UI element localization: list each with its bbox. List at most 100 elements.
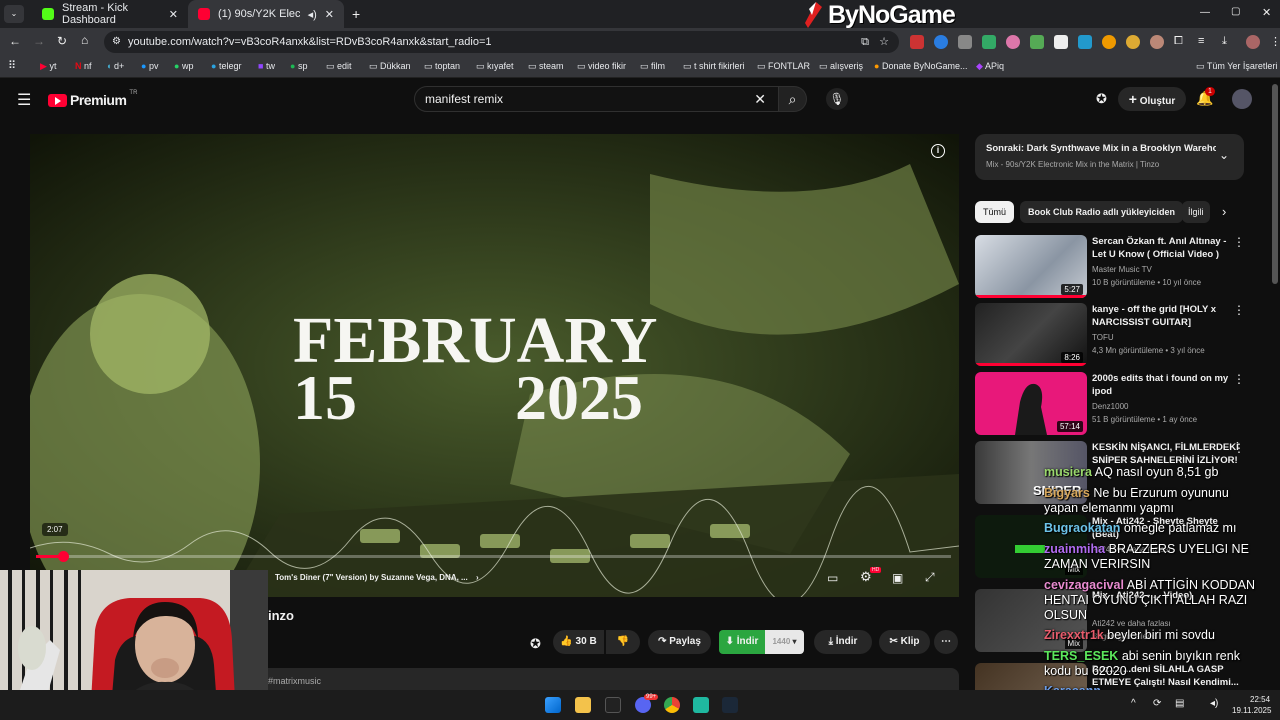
recommendation-card[interactable]: 57:14 2000s edits that i found on my ipo… xyxy=(975,372,1255,438)
bookmark-telegr[interactable]: ● telegr xyxy=(211,61,241,71)
recommendation-card[interactable]: 8:26 kanye - off the grid [HOLY x NARCIS… xyxy=(975,303,1255,369)
chrome-icon[interactable] xyxy=(664,697,680,713)
extension-icon[interactable] xyxy=(1030,35,1044,49)
cast-icon[interactable]: ⧉ xyxy=(861,31,869,53)
minimize-icon[interactable]: — xyxy=(1200,7,1210,18)
tab-youtube[interactable]: (1) 90s/Y2K Electronic Mix i ◂) ✕ xyxy=(188,0,344,28)
profile-avatar[interactable] xyxy=(1246,35,1260,49)
extension-icon[interactable] xyxy=(1006,35,1020,49)
youtube-logo[interactable]: Premium TR xyxy=(48,90,137,108)
bookmark-edit[interactable]: ▭ edit xyxy=(326,61,352,72)
more-vertical-icon[interactable]: ⋮ xyxy=(1233,372,1245,386)
theater-mode-icon[interactable]: ▣ xyxy=(892,571,903,585)
hashtag-link[interactable]: #matrixmusic xyxy=(268,676,321,686)
home-icon[interactable]: ⌂ xyxy=(81,33,88,47)
clip-button[interactable]: ✂ Klip xyxy=(879,630,930,654)
extension-download-button[interactable]: ⬇ İndir xyxy=(719,630,765,654)
bookmark-apiq[interactable]: ◆ APiq xyxy=(976,61,1004,72)
bookmark-film[interactable]: ▭ film xyxy=(640,61,665,72)
like-button[interactable]: 👍 30 B xyxy=(553,630,604,654)
extension-icon[interactable] xyxy=(1102,35,1116,49)
tab-kick[interactable]: Stream - Kick Dashboard ✕ xyxy=(32,0,188,28)
download-button[interactable]: ⤓ İndir xyxy=(814,630,872,654)
recommendation-card[interactable]: 5:27 Sercan Özkan ft. Anıl Altınay - Let… xyxy=(975,235,1255,301)
next-up-panel[interactable]: Sonraki: Dark Synthwave Mix in a Brookly… xyxy=(975,134,1244,180)
more-vertical-icon[interactable]: ⋮ xyxy=(1233,303,1245,317)
chapter-title[interactable]: Tom's Diner (7" Version) by Suzanne Vega… xyxy=(275,573,479,582)
bookmark-sp[interactable]: ● sp xyxy=(290,61,307,71)
sync-icon[interactable]: ⟳ xyxy=(1153,698,1161,709)
extension-icon[interactable] xyxy=(1054,35,1068,49)
clear-search-icon[interactable]: ✕ xyxy=(754,87,766,111)
extension-icon[interactable] xyxy=(1150,35,1164,49)
share-button[interactable]: ↷ Paylaş xyxy=(648,630,711,654)
bookmark-pv[interactable]: ● pv xyxy=(141,61,158,71)
progress-bar[interactable] xyxy=(36,555,951,558)
adblock-extension-icon[interactable] xyxy=(910,35,924,49)
more-actions-button[interactable]: ⋯ xyxy=(934,630,958,654)
close-icon[interactable]: ✕ xyxy=(169,8,178,21)
forward-icon[interactable]: → xyxy=(33,34,45,48)
app-icon[interactable] xyxy=(693,697,709,713)
bookmark-kiyafet[interactable]: ▭ kıyafet xyxy=(476,61,514,72)
back-icon[interactable]: ← xyxy=(9,34,21,48)
chevron-down-icon[interactable]: ⌄ xyxy=(1219,148,1229,162)
extension-icon[interactable] xyxy=(1126,35,1140,49)
dislike-button[interactable]: 👎 xyxy=(606,630,640,654)
bookmark-nf[interactable]: N nf xyxy=(75,61,92,71)
chip-related[interactable]: İlgili xyxy=(1182,201,1210,223)
extension-icon[interactable] xyxy=(982,35,996,49)
video-player[interactable]: FEBRUARY 15 2025 i 2:07 Tom's Diner (7" … xyxy=(30,134,959,597)
hamburger-menu-icon[interactable]: ☰ xyxy=(17,90,31,110)
bookmark-donate[interactable]: ● Donate ByNoGame... xyxy=(874,61,968,71)
bookmark-yt[interactable]: ▶ yt xyxy=(40,61,56,72)
bookmark-tw[interactable]: ■ tw xyxy=(258,61,275,71)
search-input[interactable]: manifest remix ✕ xyxy=(414,86,779,112)
clock-date[interactable]: 19.11.2025 xyxy=(1232,706,1271,715)
bookmark-dukkan[interactable]: ▭ Dükkan xyxy=(369,61,411,72)
premium-badge-icon[interactable]: ✪ xyxy=(1096,91,1107,107)
site-info-icon[interactable]: ⚙ xyxy=(112,31,121,53)
bookmark-fontlar[interactable]: ▭ FONTLAR xyxy=(757,61,810,72)
account-avatar[interactable] xyxy=(1232,89,1252,109)
maximize-icon[interactable]: ▢ xyxy=(1231,6,1240,17)
more-vertical-icon[interactable]: ⋮ xyxy=(1233,441,1245,455)
chevron-right-icon[interactable]: › xyxy=(1222,204,1226,219)
search-button[interactable]: ⌕ xyxy=(779,86,807,112)
window-close-icon[interactable]: ✕ xyxy=(1262,6,1271,19)
url-field[interactable]: ⚙ youtube.com/watch?v=vB3coR4anxk&list=R… xyxy=(104,31,899,53)
extension-icon[interactable] xyxy=(1078,35,1092,49)
create-button[interactable]: + Oluştur xyxy=(1118,87,1186,111)
quality-select[interactable]: 1440 ▾ xyxy=(765,630,804,654)
star-icon[interactable]: ☆ xyxy=(879,31,889,53)
clock-time[interactable]: 22:54 xyxy=(1250,695,1270,704)
notifications-button[interactable]: 🔔 1 xyxy=(1196,87,1215,107)
reload-icon[interactable]: ↻ xyxy=(57,34,67,48)
audio-icon[interactable]: ◂) xyxy=(308,8,317,21)
fullscreen-icon[interactable]: ⤢ xyxy=(925,570,935,585)
bookmark-video-fikir[interactable]: ▭ video fikir xyxy=(577,61,626,72)
terminal-icon[interactable] xyxy=(605,697,621,713)
page-scrollbar[interactable] xyxy=(1272,84,1278,284)
subtitles-icon[interactable]: ▭ xyxy=(827,571,838,585)
file-explorer-icon[interactable] xyxy=(575,697,591,713)
bookmark-wp[interactable]: ● wp xyxy=(174,61,193,71)
new-tab-button[interactable]: + xyxy=(352,6,360,22)
windows-start-icon[interactable] xyxy=(545,697,561,713)
extension-icon[interactable] xyxy=(958,35,972,49)
apps-grid-icon[interactable]: ⠿ xyxy=(8,59,16,72)
media-icon[interactable]: ≡ xyxy=(1198,35,1212,49)
bookmark-alisveris[interactable]: ▭ alışveriş xyxy=(819,61,863,72)
info-icon[interactable]: i xyxy=(931,144,945,158)
more-vertical-icon[interactable]: ⋮ xyxy=(1233,235,1245,249)
extensions-puzzle-icon[interactable]: ⧠ xyxy=(1174,35,1188,49)
volume-icon[interactable]: ◂) xyxy=(1210,698,1218,709)
bookmark-disney[interactable]: ◖ d+ xyxy=(106,61,124,71)
voice-search-button[interactable]: 🎙 xyxy=(826,88,848,110)
tab-search-icon[interactable]: ⌄ xyxy=(4,5,24,23)
tray-chevron-icon[interactable]: ^ xyxy=(1131,698,1136,709)
bookmark-steam[interactable]: ▭ steam xyxy=(528,61,564,72)
chip-uploader[interactable]: Book Club Radio adlı yükleyiciden xyxy=(1020,201,1184,223)
bookmark-tshirt[interactable]: ▭ t shirt fikirleri xyxy=(683,61,745,72)
close-icon[interactable]: ✕ xyxy=(325,8,334,21)
